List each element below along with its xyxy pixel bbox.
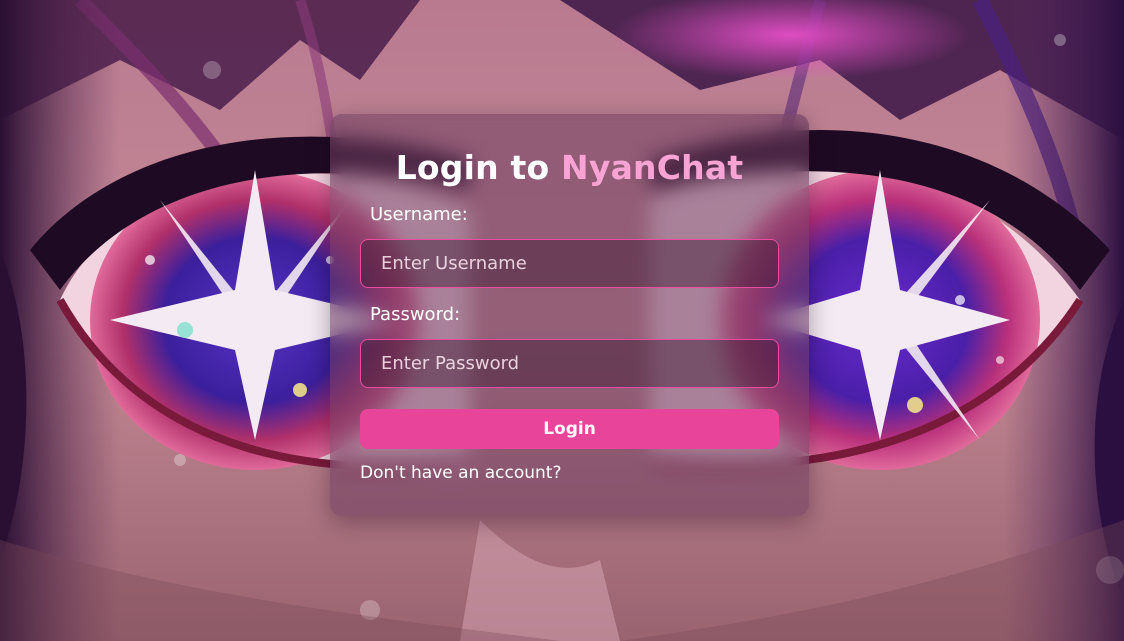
brand-name: NyanChat <box>561 148 744 187</box>
login-button[interactable]: Login <box>360 409 779 449</box>
page-title: Login to NyanChat <box>330 146 809 190</box>
signup-link[interactable]: Don't have an account? <box>360 461 561 485</box>
password-input[interactable] <box>360 339 779 388</box>
password-label: Password: <box>370 304 461 325</box>
username-label: Username: <box>370 204 468 225</box>
login-card: Login to NyanChat Username: Password: Lo… <box>330 114 809 516</box>
title-prefix: Login to <box>395 148 562 187</box>
username-input[interactable] <box>360 239 779 288</box>
